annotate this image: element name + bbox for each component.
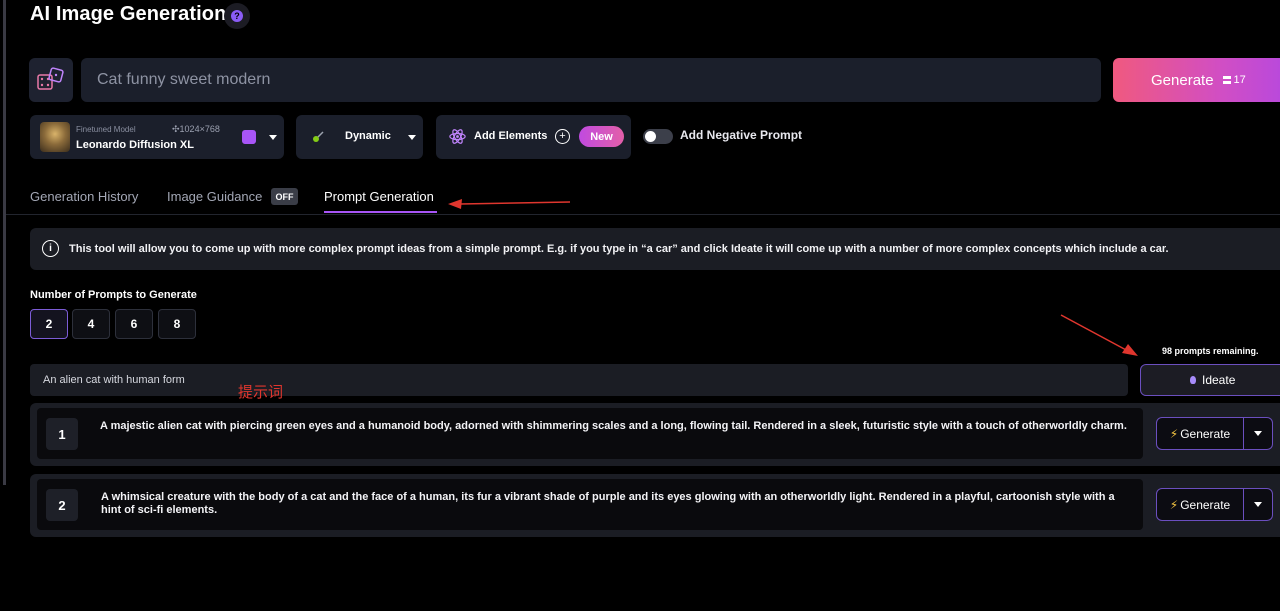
result-text: A majestic alien cat with piercing green…	[100, 420, 1127, 432]
prompt-count-label: Number of Prompts to Generate	[30, 289, 197, 301]
atom-icon	[449, 129, 466, 144]
prompt-count-option-8[interactable]: 8	[158, 309, 196, 339]
tab-image-guidance[interactable]: Image Guidance	[167, 189, 262, 204]
model-resolution-value: 1024×768	[179, 124, 220, 134]
result-generate-split-button: ⚡ Generate	[1156, 488, 1273, 521]
result-generate-button[interactable]: ⚡ Generate	[1157, 418, 1243, 449]
list-item: 1 A majestic alien cat with piercing gre…	[30, 403, 1280, 466]
prompts-remaining: 98 prompts remaining.	[1162, 346, 1259, 356]
dice-icon	[37, 67, 64, 90]
generate-cost: 17	[1222, 74, 1246, 86]
prompt-count-option-2[interactable]: 2	[30, 309, 68, 339]
annotation-label: 提示词	[238, 383, 284, 401]
tabs-divider	[6, 214, 1280, 215]
annotation-arrow-icon	[448, 199, 571, 209]
lightbulb-icon	[1190, 376, 1196, 384]
generate-button[interactable]: Generate 17	[1113, 58, 1280, 102]
new-badge: New	[579, 126, 624, 147]
add-elements-button[interactable]: Add Elements + New	[436, 115, 631, 159]
random-prompt-button[interactable]	[29, 58, 73, 102]
result-generate-split-button: ⚡ Generate	[1156, 417, 1273, 450]
image-guidance-status-badge: OFF	[271, 188, 298, 205]
prompt-count-option-4[interactable]: 4	[72, 309, 110, 339]
result-generate-button[interactable]: ⚡ Generate	[1157, 489, 1243, 520]
prompt-count-option-6[interactable]: 6	[115, 309, 153, 339]
info-icon: i	[42, 240, 59, 257]
result-number: 1	[46, 418, 78, 450]
style-selector[interactable]: Dynamic	[296, 115, 423, 159]
info-text: This tool will allow you to come up with…	[69, 243, 1169, 255]
lightning-icon: ⚡	[1169, 426, 1179, 441]
token-icon	[1222, 76, 1231, 84]
chevron-down-icon[interactable]	[1254, 502, 1262, 507]
result-text-box: 1 A majestic alien cat with piercing gre…	[37, 408, 1143, 459]
list-item: 2 A whimsical creature with the body of …	[30, 474, 1280, 537]
active-tab-indicator	[324, 211, 437, 213]
plus-circle-icon: +	[555, 129, 570, 144]
negative-prompt-label: Add Negative Prompt	[680, 128, 803, 142]
question-icon: ?	[231, 10, 243, 22]
prompt-input[interactable]: Cat funny sweet modern	[81, 58, 1101, 102]
ideate-input[interactable]: An alien cat with human form	[30, 364, 1128, 396]
model-resolution: ✣1024×768	[172, 124, 220, 135]
split-divider	[1243, 418, 1244, 449]
result-generate-label: Generate	[1180, 426, 1231, 441]
model-selector[interactable]: Finetuned Model ✣1024×768 Leonardo Diffu…	[30, 115, 284, 159]
tab-prompt-generation[interactable]: Prompt Generation	[324, 189, 434, 204]
ideate-button[interactable]: Ideate	[1140, 364, 1280, 396]
chevron-down-icon[interactable]	[1254, 431, 1262, 436]
toggle-knob	[645, 131, 656, 142]
model-subtitle: Finetuned Model	[76, 125, 136, 134]
chevron-down-icon[interactable]	[408, 135, 416, 140]
chevron-down-icon[interactable]	[269, 135, 277, 140]
page-title: AI Image Generation	[30, 3, 227, 25]
style-label: Dynamic	[345, 130, 391, 142]
result-generate-label: Generate	[1180, 497, 1231, 512]
negative-prompt-toggle[interactable]	[643, 129, 673, 144]
model-settings-icon[interactable]	[242, 130, 256, 144]
left-rail	[3, 0, 6, 485]
result-text-box: 2 A whimsical creature with the body of …	[37, 479, 1143, 530]
tab-generation-history[interactable]: Generation History	[30, 189, 138, 204]
annotation-arrow-icon	[1060, 314, 1138, 356]
help-button[interactable]: ?	[224, 3, 250, 29]
generate-cost-value: 17	[1233, 74, 1246, 86]
add-elements-label: Add Elements	[474, 130, 548, 142]
split-divider	[1243, 489, 1244, 520]
result-number: 2	[46, 489, 78, 521]
result-text: A whimsical creature with the body of a …	[101, 491, 1115, 516]
ideate-label: Ideate	[1202, 373, 1236, 387]
model-thumbnail	[40, 122, 70, 152]
move-icon: ✣	[172, 124, 180, 134]
brush-icon	[313, 131, 324, 142]
model-name: Leonardo Diffusion XL	[76, 139, 194, 151]
generate-label: Generate	[1151, 71, 1214, 89]
info-banner: i This tool will allow you to come up wi…	[30, 228, 1280, 270]
lightning-icon: ⚡	[1169, 497, 1179, 512]
